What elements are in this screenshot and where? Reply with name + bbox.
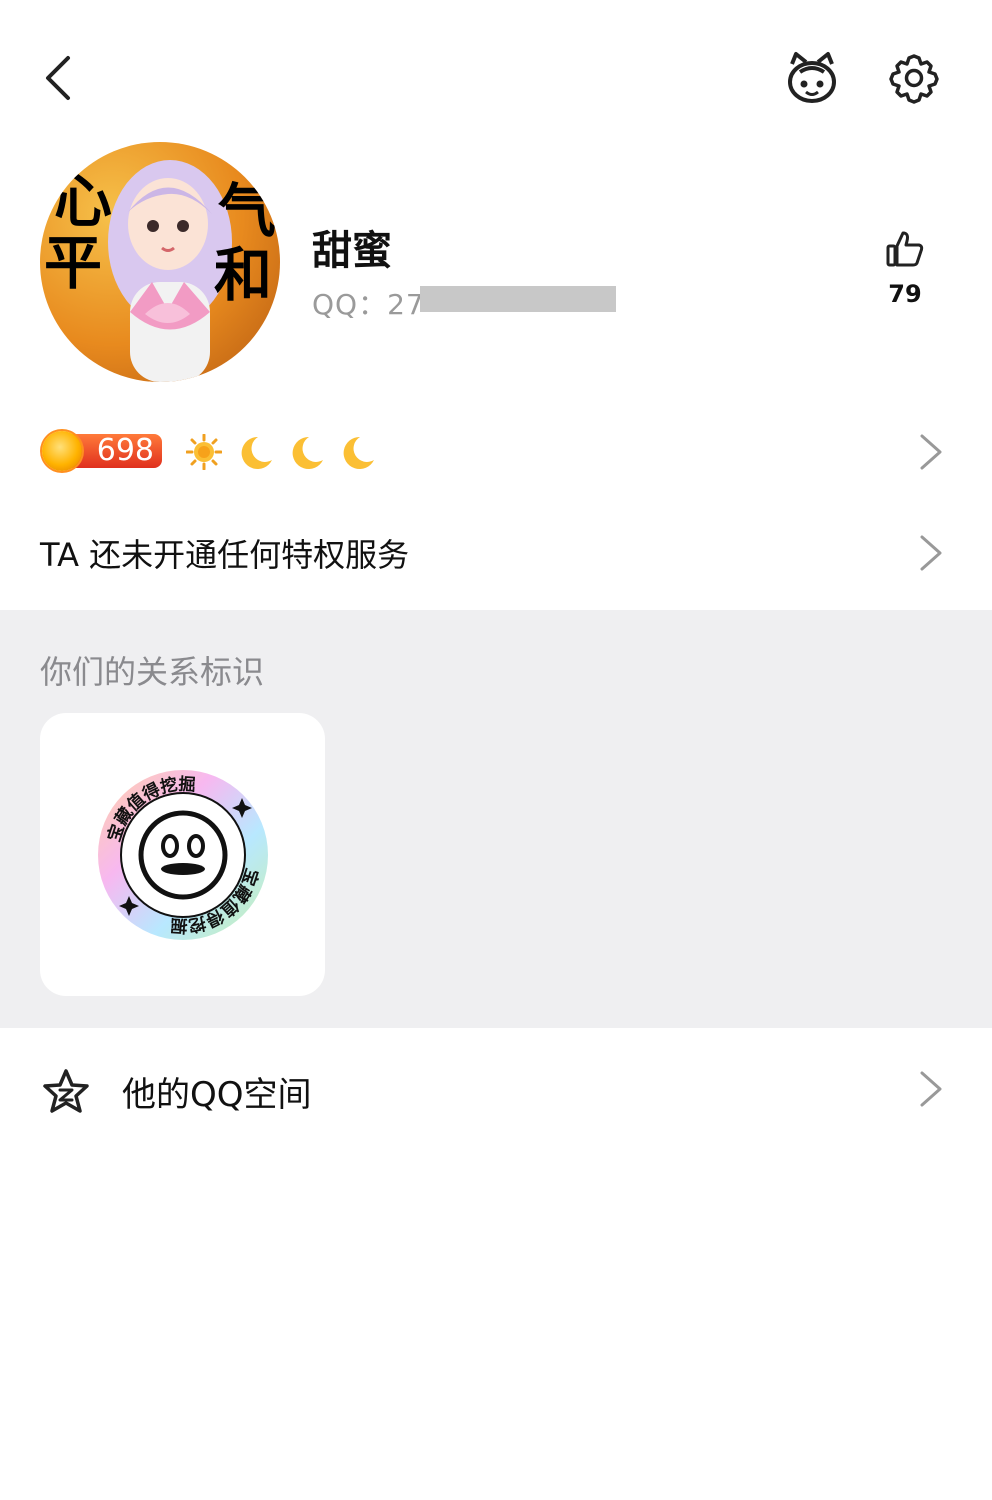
- level-value: 698: [96, 433, 154, 468]
- qzone-label: 他的QQ空间: [122, 1075, 312, 1115]
- like-count: 79: [888, 280, 922, 308]
- mascot-button[interactable]: [782, 50, 842, 106]
- relationship-badge-icon: 宝藏值得挖掘 宝藏值得挖掘: [98, 770, 268, 940]
- moon-icon: [292, 436, 323, 469]
- qq-number-redaction: [420, 286, 616, 312]
- relationship-title: 你们的关系标识: [40, 653, 265, 691]
- mascot-icon: [788, 52, 836, 103]
- avatar-char-4: 和: [214, 241, 273, 309]
- chevron-right-icon[interactable]: [918, 432, 944, 472]
- qq-number: QQ：27: [312, 288, 425, 321]
- avatar-char-1: 心: [54, 167, 113, 235]
- settings-button[interactable]: [886, 50, 942, 106]
- back-arrow-icon: [46, 56, 70, 100]
- avatar-char-2: 平: [44, 229, 103, 297]
- gear-icon: [889, 54, 939, 104]
- avatar[interactable]: 心 平 气 和: [40, 142, 280, 382]
- avatar-char-3: 气: [218, 177, 277, 245]
- chevron-right-icon[interactable]: [918, 533, 944, 573]
- like-button[interactable]: [880, 226, 930, 272]
- chevron-right-icon[interactable]: [918, 1069, 944, 1109]
- moon-icon: [241, 436, 272, 469]
- level-coin-icon: [42, 431, 82, 471]
- thumbs-up-icon: [886, 231, 924, 267]
- profile-name: 甜蜜: [312, 228, 392, 274]
- privilege-status[interactable]: TA 还未开通任何特权服务: [40, 530, 409, 576]
- moon-icon: [343, 436, 374, 469]
- sun-icon: [186, 434, 222, 470]
- star-icon: [43, 1069, 89, 1113]
- back-button[interactable]: [30, 48, 90, 108]
